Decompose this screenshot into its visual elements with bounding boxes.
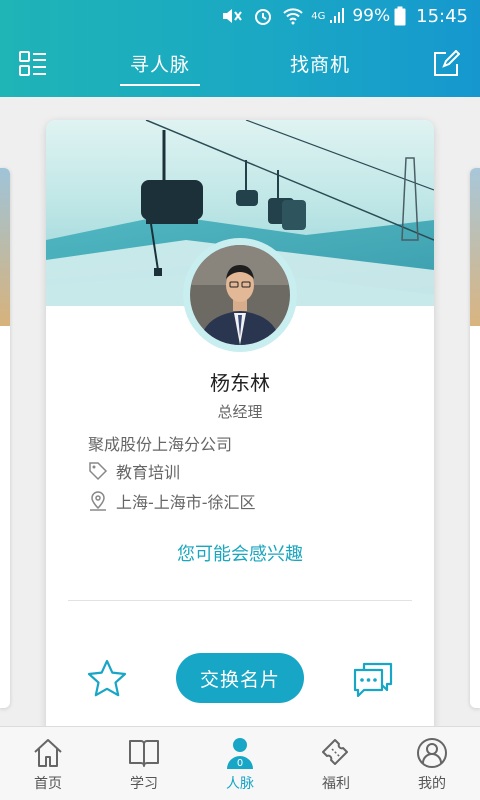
clock: 15:45 (416, 5, 468, 27)
battery-percent: 99% (352, 6, 391, 26)
industry-row: 教育培训 (88, 459, 180, 483)
avatar[interactable] (190, 245, 290, 345)
contacts-badge: 0 (237, 758, 243, 769)
exchange-card-button[interactable]: 交换名片 (176, 653, 304, 703)
profile-icon (417, 738, 447, 768)
tab-find-contacts[interactable]: 寻人脉 (120, 50, 200, 86)
ticket-icon (322, 739, 348, 765)
tab-find-business[interactable]: 找商机 (280, 50, 360, 77)
location-pin-icon (88, 491, 108, 511)
alarm-icon (253, 6, 273, 26)
app-header: 寻人脉 找商机 (0, 32, 480, 97)
tag-icon (88, 461, 108, 481)
star-icon[interactable] (86, 658, 128, 700)
divider (68, 600, 412, 601)
job-title: 总经理 (217, 403, 263, 421)
company-name: 聚成股份上海分公司 (88, 435, 233, 454)
nav-study[interactable]: 学习 (96, 727, 192, 800)
bottom-nav: 首页 学习 0 人脉 福利 我的 (0, 726, 480, 800)
nav-benefits-label: 福利 (322, 776, 350, 792)
location-row: 上海-上海市-徐汇区 (88, 489, 256, 513)
contact-name: 杨东林 (210, 371, 270, 395)
previous-card-peek[interactable] (0, 168, 10, 708)
wifi-icon (283, 7, 303, 25)
battery-icon (394, 6, 406, 26)
signal-icon (328, 7, 346, 25)
home-icon (34, 739, 62, 767)
nav-mine[interactable]: 我的 (384, 727, 480, 800)
nav-benefits[interactable]: 福利 (288, 727, 384, 800)
edit-icon[interactable] (432, 49, 461, 78)
nav-home-label: 首页 (34, 776, 62, 792)
nav-study-label: 学习 (130, 776, 158, 792)
chat-icon[interactable] (352, 658, 394, 698)
next-card-peek[interactable] (470, 168, 480, 708)
profile-card: 杨东林 总经理 聚成股份上海分公司 教育培训 上海-上海市-徐汇区 您可能会感兴… (46, 120, 434, 730)
interest-link[interactable]: 您可能会感兴趣 (46, 540, 434, 566)
industry-text: 教育培训 (116, 463, 181, 482)
status-bar: 4G 99% 15:45 (0, 0, 480, 32)
nav-mine-label: 我的 (418, 776, 446, 792)
nav-contacts-label: 人脉 (226, 776, 254, 792)
avatar-ring (183, 238, 297, 352)
contacts-icon: 0 (227, 738, 253, 769)
network-type: 4G (311, 10, 326, 22)
menu-list-icon[interactable] (18, 50, 48, 78)
nav-contacts[interactable]: 0 人脉 (192, 727, 288, 800)
location-text: 上海-上海市-徐汇区 (116, 493, 256, 512)
book-icon (129, 740, 159, 767)
mute-icon (221, 7, 243, 25)
nav-home[interactable]: 首页 (0, 727, 96, 800)
